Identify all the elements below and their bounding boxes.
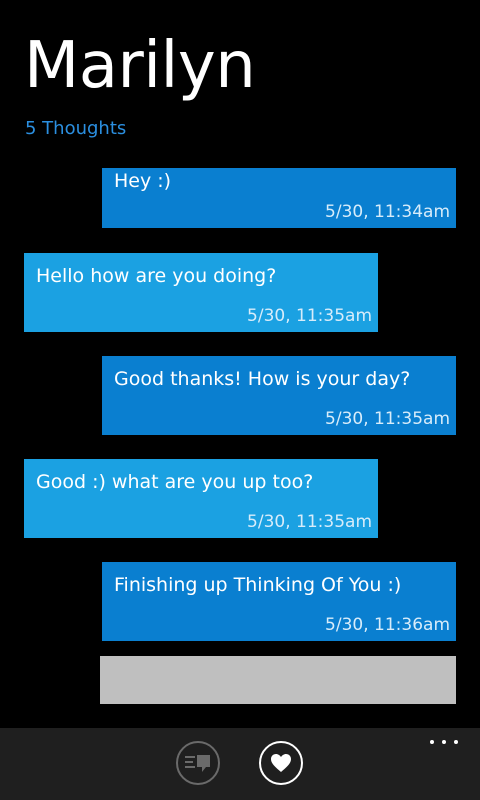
message-text: Good thanks! How is your day? [114,368,411,390]
message-timestamp: 5/30, 11:34am [325,202,450,222]
message-text: Hello how are you doing? [36,265,277,287]
chat-button[interactable] [176,741,220,785]
message-timestamp: 5/30, 11:35am [247,306,372,326]
compose-input[interactable] [100,656,456,704]
message-bubble-sent[interactable]: Good thanks! How is your day? 5/30, 11:3… [102,356,456,435]
message-timestamp: 5/30, 11:35am [247,512,372,532]
heart-icon [271,754,291,772]
ellipsis-icon[interactable] [430,738,460,746]
message-text: Good :) what are you up too? [36,471,314,493]
message-bubble-received[interactable]: Hello how are you doing? 5/30, 11:35am [24,253,378,332]
thought-count: 5 Thoughts [25,118,127,139]
message-thread[interactable]: Hey :) 5/30, 11:34am Hello how are you d… [0,152,480,728]
app-bar [0,728,480,800]
message-bubble-received[interactable]: Good :) what are you up too? 5/30, 11:35… [24,459,378,538]
heart-button[interactable] [259,741,303,785]
message-bubble-sent[interactable]: Finishing up Thinking Of You :) 5/30, 11… [102,562,456,641]
message-timestamp: 5/30, 11:35am [325,409,450,429]
message-bubble-sent[interactable]: Hey :) 5/30, 11:34am [102,168,456,228]
message-text: Finishing up Thinking Of You :) [114,574,402,596]
chat-icon [185,755,210,772]
message-timestamp: 5/30, 11:36am [325,615,450,635]
page-title: Marilyn [24,29,256,103]
message-text: Hey :) [114,170,172,192]
